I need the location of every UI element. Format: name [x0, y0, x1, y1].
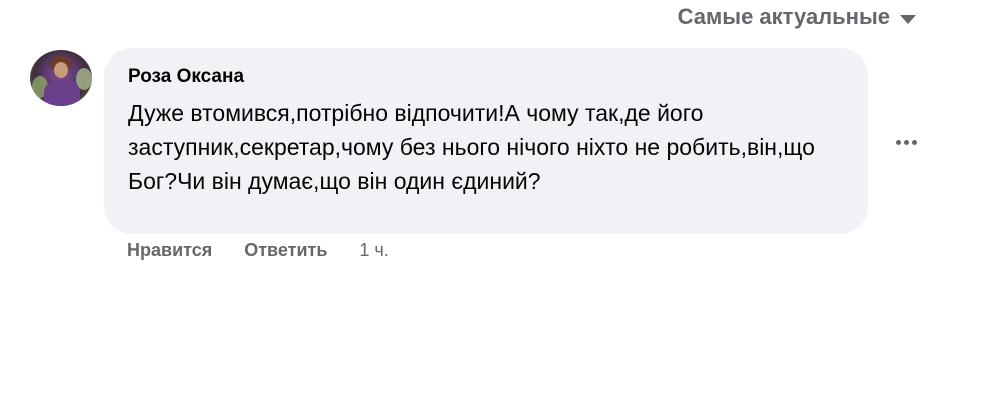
comment-timestamp[interactable]: 1 ч.	[359, 240, 388, 261]
reply-button[interactable]: Ответить	[244, 240, 327, 261]
comment-author[interactable]: Роза Оксана	[128, 66, 844, 88]
comment-actions: Нравится Ответить 1 ч.	[127, 240, 389, 261]
more-options-icon	[911, 139, 917, 145]
comment-text: Дуже втомився,потрібно відпочити!А чому …	[128, 100, 815, 194]
caret-down-icon	[900, 14, 916, 24]
sort-dropdown[interactable]: Самые актуальные	[678, 4, 916, 30]
like-button[interactable]: Нравится	[127, 240, 212, 261]
more-options-icon	[895, 139, 901, 145]
avatar-body	[44, 80, 80, 106]
comments-section: Самые актуальные Роза Оксана Дуже втомив…	[0, 0, 984, 416]
more-options-button[interactable]	[890, 128, 922, 156]
avatar[interactable]	[30, 50, 92, 106]
more-options-icon	[903, 139, 909, 145]
sort-label: Самые актуальные	[677, 4, 890, 29]
comment-bubble: Роза Оксана Дуже втомився,потрібно відпо…	[104, 48, 868, 234]
avatar-face	[54, 62, 68, 78]
